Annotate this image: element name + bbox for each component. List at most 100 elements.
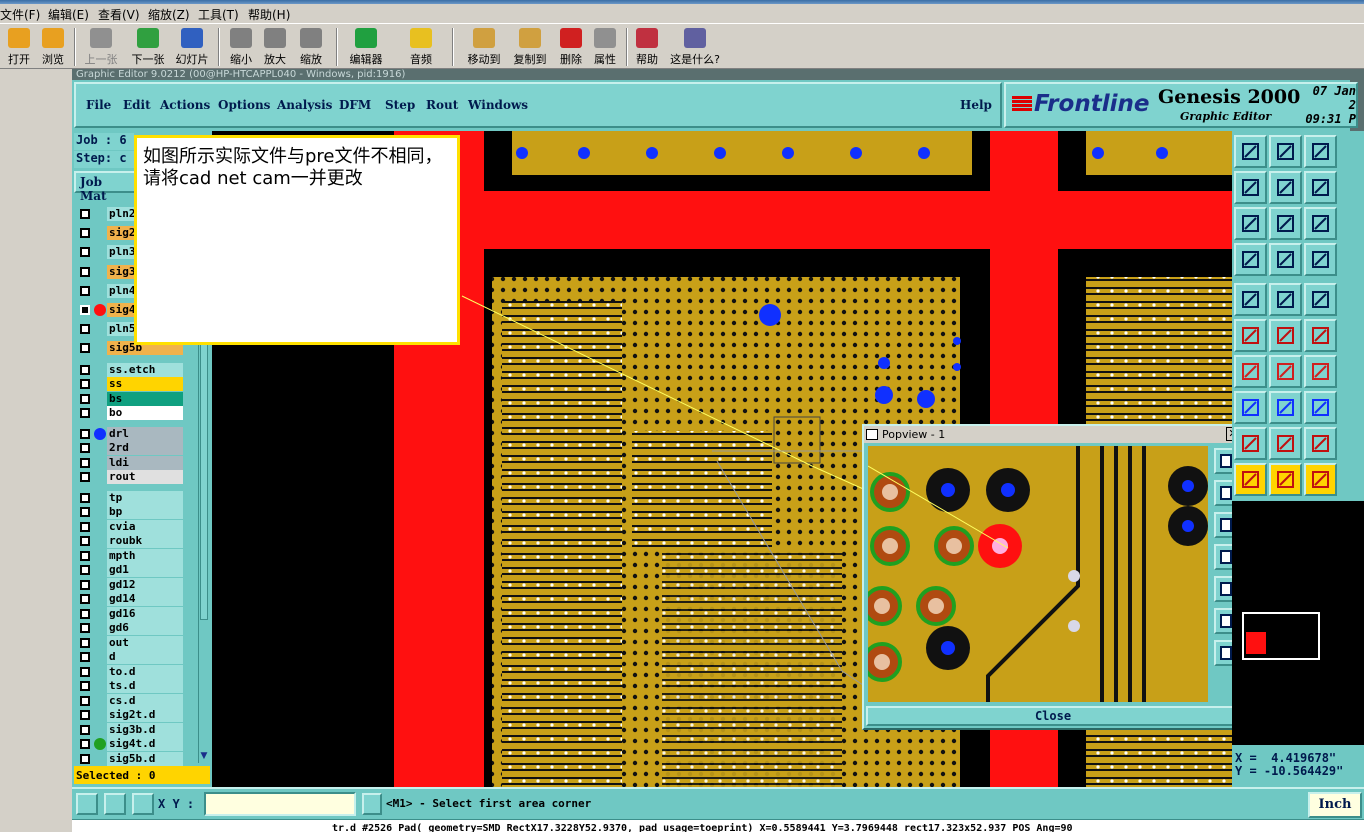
layer-checkbox[interactable] [80,623,90,634]
tool-button-27[interactable] [1304,427,1337,460]
tool-button-17[interactable] [1269,319,1302,352]
layer-checkbox[interactable] [80,739,90,750]
layer-row[interactable]: gd1 [74,563,184,578]
layer-row[interactable]: ss [74,377,184,392]
layer-checkbox[interactable] [80,285,90,296]
layer-checkbox[interactable] [80,594,90,605]
menu-file[interactable]: File [86,98,111,112]
menu-analysis[interactable]: Analysis [277,98,332,112]
tool-button-10[interactable] [1234,243,1267,276]
toolbar-button-1[interactable]: 打开 [4,26,34,68]
tool-button-14[interactable] [1269,283,1302,316]
layer-checkbox[interactable] [80,724,90,735]
layer-checkbox[interactable] [80,324,90,335]
layer-row[interactable]: cvia [74,519,184,534]
layer-checkbox[interactable] [80,364,90,375]
layer-checkbox[interactable] [80,507,90,518]
tool-button-6[interactable] [1304,171,1337,204]
toolbar-button-11[interactable]: 移动到 [464,26,504,68]
layer-row[interactable]: mpth [74,548,184,563]
layer-checkbox[interactable] [80,753,90,764]
host-menu-item[interactable]: 编辑(E) [48,6,89,23]
tool-button-21[interactable] [1304,355,1337,388]
layer-checkbox[interactable] [80,579,90,590]
layer-row[interactable]: out [74,635,184,650]
tool-button-24[interactable] [1304,391,1337,424]
host-menu-item[interactable]: 查看(V) [98,6,140,23]
tool-button-20[interactable] [1269,355,1302,388]
menu-actions[interactable]: Actions [160,98,210,112]
tool-button-7[interactable] [1234,207,1267,240]
layer-checkbox[interactable] [80,457,90,468]
layer-checkbox[interactable] [80,608,90,619]
menu-step[interactable]: Step [385,98,415,112]
layer-row[interactable]: cs.d [74,693,184,708]
layer-row[interactable]: gd16 [74,606,184,621]
tool-button-25[interactable] [1234,427,1267,460]
toolbar-button-3[interactable]: 上一张 [82,26,120,68]
layer-row[interactable]: to.d [74,664,184,679]
tool-button-11[interactable] [1269,243,1302,276]
layer-checkbox[interactable] [80,266,90,277]
layer-row[interactable]: sig5b.d [74,751,184,766]
alert-icon[interactable] [362,793,382,815]
popview-close-button[interactable]: Close [866,706,1240,726]
menu-dfm[interactable]: DFM [339,98,371,112]
layer-row[interactable]: rout [74,470,184,485]
layer-row[interactable]: tp [74,490,184,505]
toolbar-button-4[interactable]: 下一张 [128,26,168,68]
toolbar-button-15[interactable]: 帮助 [632,26,662,68]
layer-checkbox[interactable] [80,492,90,503]
host-menu-item[interactable]: 工具(T) [198,6,239,23]
layer-row[interactable]: roubk [74,534,184,549]
host-menu-item[interactable]: 文件(F) [0,6,40,23]
layer-checkbox[interactable] [80,247,90,258]
toolbar-button-16[interactable]: 这是什么? [668,26,722,68]
toolbar-button-7[interactable]: 放大 [260,26,290,68]
menu-windows[interactable]: Windows [468,98,528,112]
tool-button-16[interactable] [1234,319,1267,352]
host-menu-item[interactable]: 缩放(Z) [148,6,190,23]
layer-row[interactable]: sig2t.d [74,708,184,723]
layer-row[interactable]: sig4t.d [74,737,184,752]
tool-button-4[interactable] [1234,171,1267,204]
layer-checkbox[interactable] [80,521,90,532]
tool-button-9[interactable] [1304,207,1337,240]
toolbar-button-2[interactable]: 浏览 [38,26,68,68]
host-menu-item[interactable]: 帮助(H) [248,6,290,23]
menu-rout[interactable]: Rout [426,98,458,112]
popview-canvas[interactable] [868,446,1208,702]
layer-row[interactable]: gd6 [74,621,184,636]
layer-row[interactable]: d [74,650,184,665]
tool-button-5[interactable] [1269,171,1302,204]
toolbar-button-13[interactable]: 删除 [556,26,586,68]
layer-checkbox[interactable] [80,695,90,706]
snap-mode-1-icon[interactable] [76,793,98,815]
tool-button-12[interactable] [1304,243,1337,276]
toolbar-button-5[interactable]: 幻灯片 [172,26,212,68]
tool-button-26[interactable] [1269,427,1302,460]
layer-row[interactable]: bp [74,505,184,520]
scroll-down-arrow-icon[interactable]: ▼ [198,750,210,762]
layer-checkbox[interactable] [80,408,90,419]
layer-checkbox[interactable] [80,666,90,677]
layer-checkbox[interactable] [80,652,90,663]
toolbar-button-6[interactable]: 缩小 [226,26,256,68]
layer-checkbox[interactable] [80,710,90,721]
snap-mode-2-icon[interactable] [104,793,126,815]
layer-checkbox[interactable] [80,681,90,692]
layer-row[interactable]: ldi [74,455,184,470]
layer-row[interactable]: 2rd [74,441,184,456]
tool-button-13[interactable] [1234,283,1267,316]
layer-checkbox[interactable] [80,305,90,315]
units-toggle[interactable]: Inch [1308,792,1362,818]
layer-checkbox[interactable] [80,393,90,404]
grid-snap-icon[interactable] [132,793,154,815]
toolbar-button-8[interactable]: 缩放 [296,26,326,68]
tool-button-22[interactable] [1234,391,1267,424]
layer-checkbox[interactable] [80,379,90,390]
xy-input[interactable] [204,792,356,816]
tool-button-2[interactable] [1269,135,1302,168]
layer-checkbox[interactable] [80,343,90,354]
layer-row[interactable]: ss.etch [74,362,184,377]
